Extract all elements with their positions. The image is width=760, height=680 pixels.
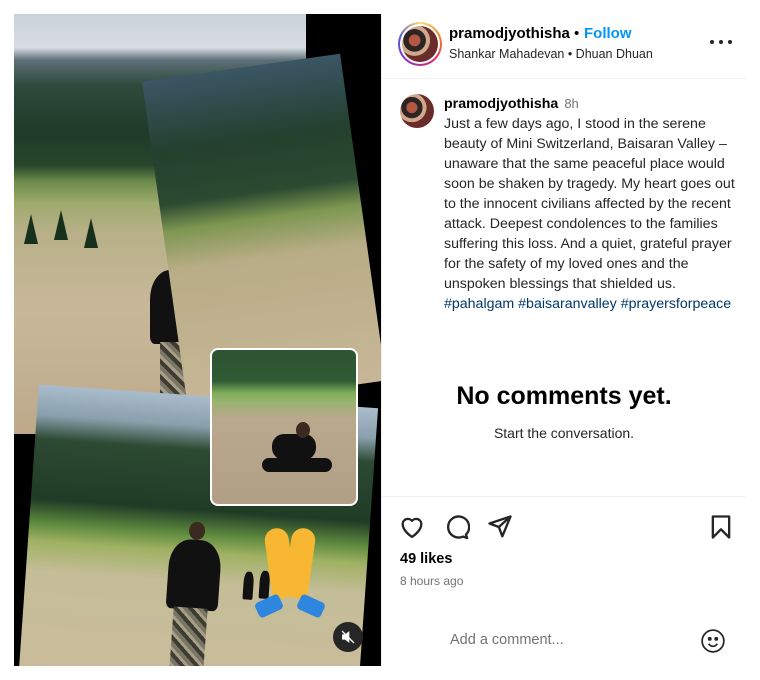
folded-hands-emoji [250, 522, 330, 619]
pine-tree [54, 210, 68, 240]
audio-track-link[interactable]: Shankar Mahadevan • Dhuan Dhuan [449, 47, 653, 61]
hashtag-link[interactable]: #pahalgam [444, 296, 514, 312]
empty-comments-title: No comments yet. [456, 382, 672, 410]
action-bar: 49 likes 8 hours ago [382, 496, 746, 616]
inset-photo [210, 348, 358, 506]
people-on-ground [262, 458, 332, 472]
post-media[interactable] [14, 14, 381, 666]
avatar[interactable] [402, 26, 438, 62]
person-head [296, 422, 310, 438]
caption-username[interactable]: pramodjyothisha [444, 96, 558, 112]
more-horizontal-icon[interactable] [710, 34, 732, 50]
caption-time: 8h [564, 96, 579, 111]
add-comment-bar [382, 616, 746, 666]
emoji-icon[interactable] [700, 628, 726, 654]
post-timestamp[interactable]: 8 hours ago [400, 574, 463, 588]
hashtag-link[interactable]: #prayersforpeace [621, 296, 731, 312]
camo-trousers [168, 606, 208, 666]
woman-figure [165, 538, 223, 612]
muted-speaker-icon[interactable] [333, 622, 363, 652]
bookmark-icon[interactable] [707, 513, 735, 541]
likes-count[interactable]: 49 likes [400, 551, 452, 567]
separator-dot: • [574, 25, 580, 42]
heart-icon[interactable] [398, 513, 426, 541]
hashtag-link[interactable]: #baisaranvalley [518, 296, 617, 312]
comment-icon[interactable] [442, 513, 471, 541]
caption-avatar[interactable] [400, 94, 434, 128]
author-username[interactable]: pramodjyothisha [449, 25, 570, 42]
caption-text: Just a few days ago, I stood in the sere… [444, 116, 735, 292]
post-header: pramodjyothisha • Follow Shankar Mahadev… [382, 14, 746, 79]
empty-comments-subtitle: Start the conversation. [493, 425, 635, 441]
woman-head [188, 521, 206, 541]
pine-tree [24, 214, 38, 244]
caption: pramodjyothisha 8h Just a few days ago, I… [444, 94, 740, 314]
follow-button[interactable]: Follow [584, 25, 632, 42]
comment-input[interactable] [450, 628, 690, 652]
post-sidebar: pramodjyothisha • Follow Shankar Mahadev… [381, 14, 746, 666]
pine-tree [84, 218, 98, 248]
story-ring[interactable] [398, 22, 442, 66]
send-icon[interactable] [486, 513, 514, 541]
people-on-ground [272, 434, 316, 460]
